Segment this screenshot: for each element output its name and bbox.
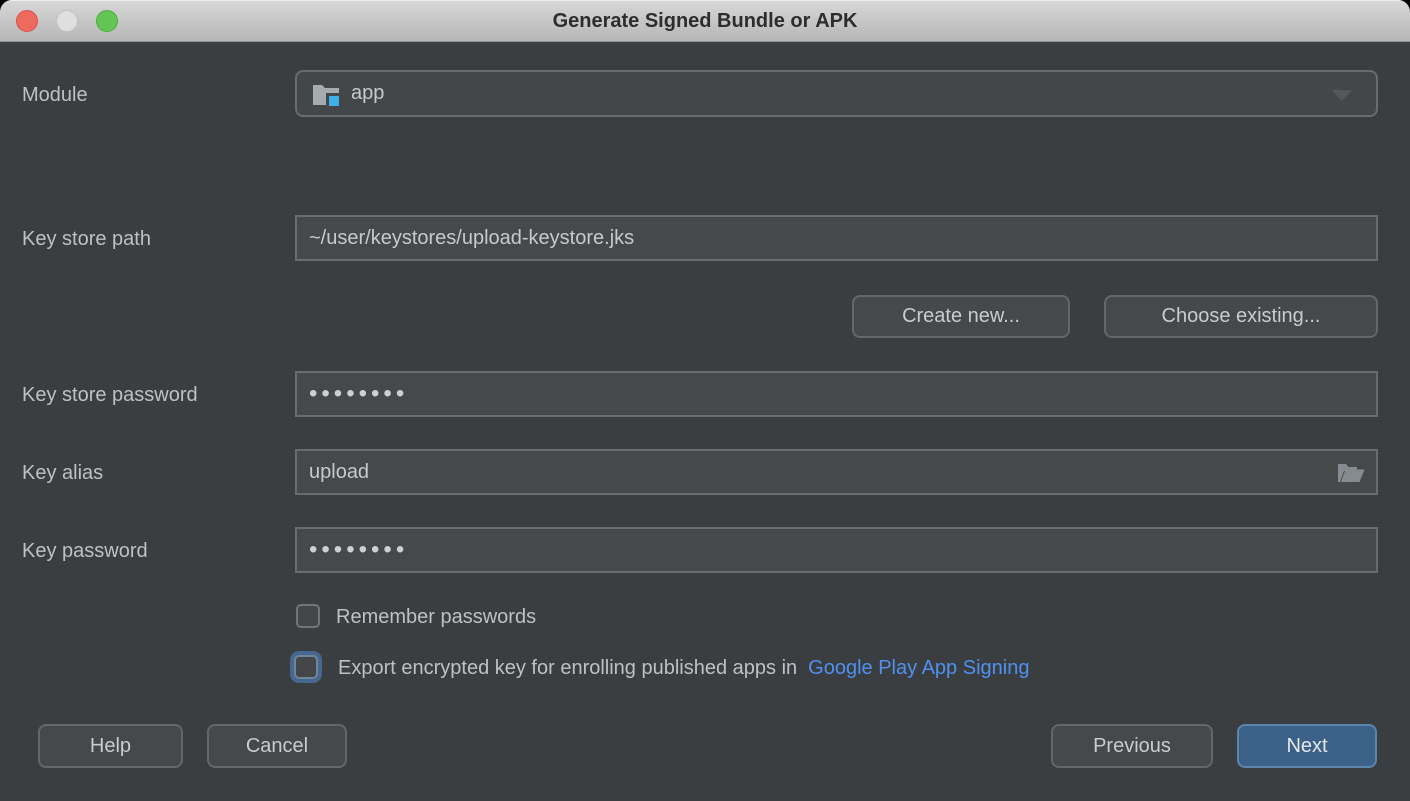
module-value: app bbox=[351, 82, 384, 105]
open-folder-browse-icon[interactable] bbox=[1336, 460, 1366, 489]
google-play-app-signing-link[interactable]: Google Play App Signing bbox=[808, 655, 1029, 681]
cancel-button[interactable]: Cancel bbox=[207, 724, 347, 768]
key-store-path-input[interactable] bbox=[295, 215, 1378, 261]
create-new-button[interactable]: Create new... bbox=[852, 295, 1070, 338]
help-button[interactable]: Help bbox=[38, 724, 183, 768]
key-store-password-label: Key store password bbox=[22, 382, 198, 408]
module-label: Module bbox=[22, 82, 88, 108]
key-alias-field bbox=[295, 449, 1378, 495]
android-module-folder-icon bbox=[311, 81, 341, 107]
chevron-down-icon bbox=[1332, 90, 1352, 101]
key-password-label: Key password bbox=[22, 538, 148, 564]
generate-signed-bundle-dialog: Generate Signed Bundle or APK Module app… bbox=[0, 0, 1410, 801]
previous-button[interactable]: Previous bbox=[1051, 724, 1213, 768]
export-key-label[interactable]: Export encrypted key for enrolling publi… bbox=[338, 655, 797, 681]
export-key-checkbox[interactable] bbox=[294, 655, 318, 679]
window-title: Generate Signed Bundle or APK bbox=[0, 0, 1410, 42]
next-button[interactable]: Next bbox=[1237, 724, 1377, 768]
choose-existing-button[interactable]: Choose existing... bbox=[1104, 295, 1378, 338]
remember-passwords-checkbox[interactable] bbox=[296, 604, 320, 628]
key-password-input[interactable] bbox=[295, 527, 1378, 573]
remember-passwords-label[interactable]: Remember passwords bbox=[336, 604, 536, 630]
key-alias-input[interactable] bbox=[295, 449, 1378, 495]
titlebar: Generate Signed Bundle or APK bbox=[0, 0, 1410, 42]
export-key-row: Export encrypted key for enrolling publi… bbox=[338, 655, 1029, 681]
key-store-path-label: Key store path bbox=[22, 226, 151, 252]
key-store-password-input[interactable] bbox=[295, 371, 1378, 417]
module-select[interactable]: app bbox=[295, 70, 1378, 117]
key-alias-label: Key alias bbox=[22, 460, 103, 486]
